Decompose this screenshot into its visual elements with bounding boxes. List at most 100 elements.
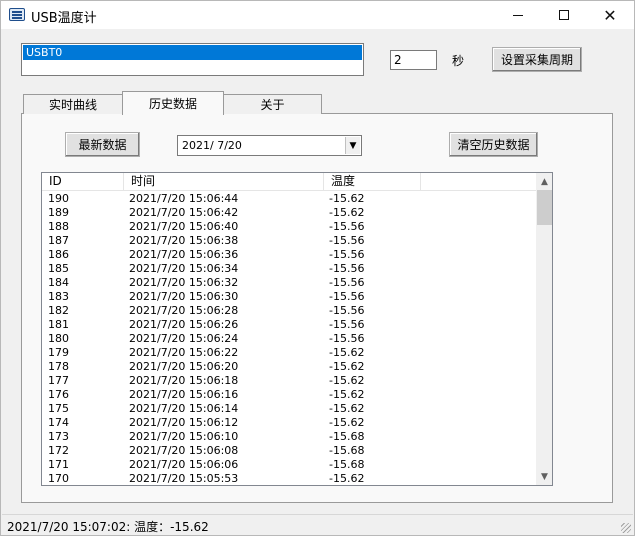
date-picker[interactable]: 2021/ 7/20 ▼ (177, 135, 362, 156)
date-value: 2021/ 7/20 (182, 139, 242, 152)
table-row[interactable]: 186 2021/7/20 15:06:36 -15.56 (42, 248, 536, 262)
table-row[interactable]: 179 2021/7/20 15:06:22 -15.62 (42, 346, 536, 360)
row-temperature-cell: -15.56 (329, 290, 365, 303)
thermometer-app-icon (9, 8, 25, 21)
table-row[interactable]: 176 2021/7/20 15:06:16 -15.62 (42, 388, 536, 402)
device-list[interactable]: USBT0 (21, 43, 364, 76)
row-temperature-cell: -15.56 (329, 234, 365, 247)
row-id-cell: 179 (48, 346, 69, 359)
vertical-scrollbar[interactable]: ▲ ▼ (536, 173, 552, 485)
table-row[interactable]: 183 2021/7/20 15:06:30 -15.56 (42, 290, 536, 304)
row-time-cell: 2021/7/20 15:06:36 (129, 248, 239, 261)
table-row[interactable]: 180 2021/7/20 15:06:24 -15.56 (42, 332, 536, 346)
status-text: 2021/7/20 15:07:02: 温度：-15.62 (7, 520, 209, 534)
row-time-cell: 2021/7/20 15:06:30 (129, 290, 239, 303)
row-id-cell: 182 (48, 304, 69, 317)
tab-history-data[interactable]: 历史数据 (122, 91, 224, 115)
row-id-cell: 171 (48, 458, 69, 471)
history-list-view[interactable]: ID 时间 温度 190 2021/7/20 15:06:44 -15.62 189 2… (41, 172, 553, 486)
chevron-down-icon: ▼ (541, 471, 548, 482)
title-bar[interactable]: USB温度计 ✕ (1, 1, 634, 29)
sample-period-input[interactable]: 2 (390, 50, 437, 70)
row-id-cell: 181 (48, 318, 69, 331)
column-header-temperature[interactable]: 温度 (324, 173, 421, 191)
row-id-cell: 172 (48, 444, 69, 457)
window-title: USB温度计 (31, 11, 97, 26)
table-row[interactable]: 177 2021/7/20 15:06:18 -15.62 (42, 374, 536, 388)
row-temperature-cell: -15.62 (329, 388, 365, 401)
table-row[interactable]: 173 2021/7/20 15:06:10 -15.68 (42, 430, 536, 444)
row-temperature-cell: -15.68 (329, 430, 365, 443)
row-temperature-cell: -15.62 (329, 472, 365, 485)
row-time-cell: 2021/7/20 15:06:10 (129, 430, 239, 443)
row-time-cell: 2021/7/20 15:06:20 (129, 360, 239, 373)
row-time-cell: 2021/7/20 15:06:18 (129, 374, 239, 387)
minimize-button[interactable] (495, 1, 541, 29)
clear-history-button[interactable]: 清空历史数据 (449, 132, 538, 157)
row-time-cell: 2021/7/20 15:06:28 (129, 304, 239, 317)
date-dropdown-button[interactable]: ▼ (345, 137, 360, 154)
table-row[interactable]: 188 2021/7/20 15:06:40 -15.56 (42, 220, 536, 234)
row-id-cell: 180 (48, 332, 69, 345)
row-temperature-cell: -15.56 (329, 220, 365, 233)
close-button[interactable]: ✕ (587, 1, 633, 29)
row-time-cell: 2021/7/20 15:06:22 (129, 346, 239, 359)
row-id-cell: 188 (48, 220, 69, 233)
column-header-time[interactable]: 时间 (124, 173, 324, 191)
row-id-cell: 186 (48, 248, 69, 261)
table-row[interactable]: 184 2021/7/20 15:06:32 -15.56 (42, 276, 536, 290)
table-row[interactable]: 181 2021/7/20 15:06:26 -15.56 (42, 318, 536, 332)
latest-data-button[interactable]: 最新数据 (65, 132, 140, 157)
row-time-cell: 2021/7/20 15:06:16 (129, 388, 239, 401)
row-time-cell: 2021/7/20 15:06:42 (129, 206, 239, 219)
set-sample-period-button[interactable]: 设置采集周期 (492, 47, 582, 72)
chevron-down-icon: ▼ (349, 140, 357, 151)
row-time-cell: 2021/7/20 15:06:32 (129, 276, 239, 289)
table-row[interactable]: 187 2021/7/20 15:06:38 -15.56 (42, 234, 536, 248)
row-id-cell: 177 (48, 374, 69, 387)
tab-about[interactable]: 关于 (223, 94, 322, 114)
row-temperature-cell: -15.56 (329, 276, 365, 289)
row-temperature-cell: -15.56 (329, 332, 365, 345)
row-id-cell: 183 (48, 290, 69, 303)
row-id-cell: 176 (48, 388, 69, 401)
row-time-cell: 2021/7/20 15:06:34 (129, 262, 239, 275)
table-row[interactable]: 182 2021/7/20 15:06:28 -15.56 (42, 304, 536, 318)
row-id-cell: 175 (48, 402, 69, 415)
app-window: USB温度计 ✕ USBT0 2 秒 设置采集周期 实时曲线 历史数据 关于 最… (0, 0, 635, 536)
table-row[interactable]: 171 2021/7/20 15:06:06 -15.68 (42, 458, 536, 472)
row-time-cell: 2021/7/20 15:06:14 (129, 402, 239, 415)
table-row[interactable]: 172 2021/7/20 15:06:08 -15.68 (42, 444, 536, 458)
row-id-cell: 173 (48, 430, 69, 443)
row-temperature-cell: -15.68 (329, 444, 365, 457)
table-row[interactable]: 170 2021/7/20 15:05:53 -15.62 (42, 472, 536, 485)
seconds-unit-label: 秒 (452, 54, 465, 68)
list-body: 190 2021/7/20 15:06:44 -15.62 189 2021/7/20 … (42, 192, 536, 485)
maximize-button[interactable] (541, 1, 587, 29)
column-header-id[interactable]: ID (42, 173, 124, 191)
table-row[interactable]: 190 2021/7/20 15:06:44 -15.62 (42, 192, 536, 206)
scroll-down-button[interactable]: ▼ (536, 468, 552, 485)
row-id-cell: 178 (48, 360, 69, 373)
device-item-usbt0[interactable]: USBT0 (23, 45, 362, 60)
scroll-thumb[interactable] (537, 190, 552, 225)
row-temperature-cell: -15.62 (329, 402, 365, 415)
minimize-icon (513, 14, 523, 16)
resize-grip-icon[interactable] (621, 523, 631, 533)
table-row[interactable]: 189 2021/7/20 15:06:42 -15.62 (42, 206, 536, 220)
table-row[interactable]: 175 2021/7/20 15:06:14 -15.62 (42, 402, 536, 416)
tab-realtime-curve[interactable]: 实时曲线 (23, 94, 123, 114)
row-time-cell: 2021/7/20 15:06:24 (129, 332, 239, 345)
row-id-cell: 190 (48, 192, 69, 205)
row-time-cell: 2021/7/20 15:06:06 (129, 458, 239, 471)
row-temperature-cell: -15.56 (329, 248, 365, 261)
row-temperature-cell: -15.56 (329, 262, 365, 275)
row-temperature-cell: -15.62 (329, 374, 365, 387)
table-row[interactable]: 174 2021/7/20 15:06:12 -15.62 (42, 416, 536, 430)
scroll-up-button[interactable]: ▲ (536, 173, 552, 190)
table-row[interactable]: 178 2021/7/20 15:06:20 -15.62 (42, 360, 536, 374)
table-row[interactable]: 185 2021/7/20 15:06:34 -15.56 (42, 262, 536, 276)
maximize-icon (559, 10, 569, 20)
list-header: ID 时间 温度 (42, 173, 536, 191)
chevron-up-icon: ▲ (541, 176, 548, 187)
